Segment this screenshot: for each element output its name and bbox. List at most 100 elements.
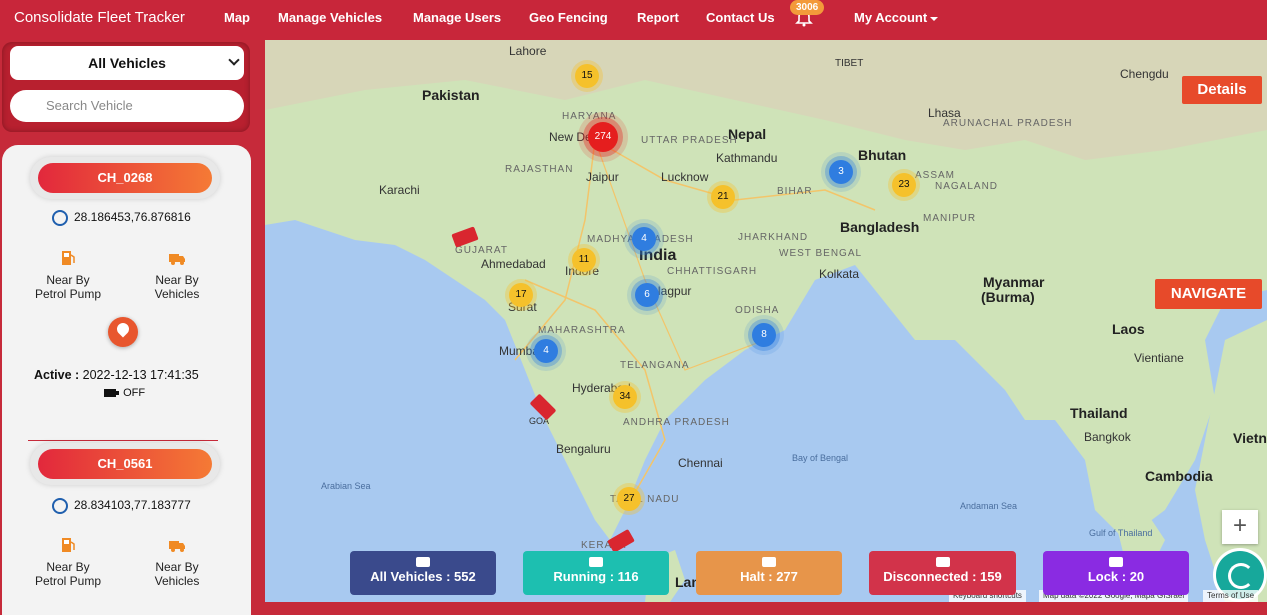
near-by-petrol-pump[interactable]: Near By Petrol Pump — [30, 249, 106, 301]
stat-lock[interactable]: Lock : 20 — [1043, 551, 1189, 595]
vehicle-coordinates: 28.834103,77.183777 — [52, 498, 191, 514]
petrol-label-1: Near By — [46, 560, 90, 574]
truck-icon — [589, 557, 603, 567]
notification-badge: 3006 — [790, 0, 825, 15]
label-state-arunachal: ARUNACHAL PRADESH — [943, 118, 1073, 129]
engine-icon — [104, 389, 119, 398]
label-gulf-of-thailand: Gulf of Thailand — [1089, 528, 1153, 538]
cluster-marker[interactable]: 11 — [572, 248, 596, 272]
compass-icon — [52, 498, 68, 514]
nav-map[interactable]: Map — [224, 10, 250, 25]
label-chengdu: Chengdu — [1120, 67, 1169, 81]
vehicles-label-1: Near By — [155, 273, 199, 287]
nav-manage-vehicles[interactable]: Manage Vehicles — [278, 10, 382, 25]
label-state-jharkhand: JHARKHAND — [738, 232, 809, 243]
my-account-label: My Account — [854, 10, 928, 25]
nav-report[interactable]: Report — [637, 10, 679, 25]
label-bhutan: Bhutan — [858, 147, 907, 163]
near-by-vehicles[interactable]: Near By Vehicles — [142, 536, 212, 588]
vehicle-id-pill: CH_0561 — [30, 443, 220, 485]
details-button[interactable]: Details — [1182, 76, 1262, 104]
map-view[interactable]: Lahore Pakistan Karachi Nepal Kathmandu … — [265, 40, 1267, 602]
label-state-up: UTTAR PRADESH — [641, 135, 738, 146]
cluster-marker[interactable]: 6 — [635, 283, 659, 307]
caret-down-icon — [930, 16, 939, 21]
label-vientiane: Vientiane — [1134, 351, 1184, 365]
stat-disconnected[interactable]: Disconnected : 159 — [869, 551, 1016, 595]
truck-icon — [935, 557, 950, 567]
vehicle-id-button[interactable]: CH_0561 — [38, 449, 212, 479]
petrol-label-2: Petrol Pump — [34, 287, 102, 301]
cluster-marker[interactable]: 274 — [588, 122, 618, 152]
label-vietnam: Vietnam — [1233, 430, 1267, 446]
label-thailand: Thailand — [1070, 405, 1128, 421]
truck-icon — [1109, 557, 1123, 567]
sidebar: All Vehicles Search Vehicle CH_0268 28.1… — [0, 40, 265, 615]
cluster-marker[interactable]: 15 — [575, 64, 599, 88]
stat-label: Running : 116 — [553, 569, 639, 584]
label-kolkata: Kolkata — [819, 267, 860, 281]
label-pakistan: Pakistan — [422, 87, 480, 103]
card-divider — [28, 440, 218, 441]
vehicle-id-pill: CH_0268 — [30, 157, 220, 199]
cluster-marker[interactable]: 8 — [752, 323, 776, 347]
label-laos: Laos — [1112, 321, 1145, 337]
cluster-marker[interactable]: 27 — [617, 487, 641, 511]
label-cambodia: Cambodia — [1145, 468, 1213, 484]
label-bengaluru: Bengaluru — [556, 442, 611, 456]
near-by-petrol-pump[interactable]: Near By Petrol Pump — [30, 536, 106, 588]
vehicle-coordinates: 28.186453,76.876816 — [52, 210, 191, 226]
ignition-text: OFF — [123, 387, 146, 399]
label-state-odisha: ODISHA — [735, 305, 780, 316]
truck-icon — [169, 254, 185, 265]
cluster-marker[interactable]: 3 — [829, 160, 853, 184]
stat-halt[interactable]: Halt : 277 — [696, 551, 842, 595]
map-pin-icon[interactable] — [108, 317, 138, 347]
vehicle-status: Active : 2022-12-13 17:41:35 — [34, 368, 199, 382]
stat-label: Halt : 277 — [740, 569, 798, 584]
cluster-marker[interactable]: 4 — [632, 227, 656, 251]
cluster-marker[interactable]: 23 — [892, 173, 916, 197]
label-ahmedabad: Ahmedabad — [481, 257, 546, 271]
vehicles-label-1: Near By — [155, 560, 199, 574]
truck-icon — [169, 541, 185, 552]
vehicles-label-2: Vehicles — [154, 287, 200, 301]
label-karachi: Karachi — [379, 183, 420, 197]
nav-contact-us[interactable]: Contact Us — [706, 10, 775, 25]
label-jaipur: Jaipur — [586, 170, 619, 184]
label-arabian-sea: Arabian Sea — [321, 481, 371, 491]
vehicle-filter-select[interactable]: All Vehicles — [10, 46, 244, 80]
label-state-assam: ASSAM — [915, 170, 956, 181]
vehicle-list[interactable]: CH_0268 28.186453,76.876816 Near By Petro… — [2, 145, 251, 615]
vehicle-filter-value: All Vehicles — [88, 55, 166, 71]
terms-link[interactable]: Terms of Use — [1203, 590, 1259, 602]
label-state-wb: WEST BENGAL — [779, 248, 863, 259]
coordinates-text: 28.834103,77.183777 — [74, 498, 191, 513]
label-state-manipur: MANIPUR — [923, 213, 977, 224]
truck-icon — [416, 557, 430, 567]
navigate-button[interactable]: NAVIGATE — [1155, 279, 1262, 309]
zoom-in-button[interactable]: + — [1222, 510, 1258, 544]
status-label: Active : — [34, 368, 80, 382]
stat-label: All Vehicles : 552 — [370, 569, 476, 584]
nav-manage-users[interactable]: Manage Users — [413, 10, 501, 25]
petrol-label-2: Petrol Pump — [34, 574, 102, 588]
my-account-menu[interactable]: My Account — [854, 10, 939, 25]
cluster-marker[interactable]: 17 — [509, 283, 533, 307]
label-state-maharashtra: MAHARASHTRA — [538, 325, 626, 336]
label-bay-of-bengal: Bay of Bengal — [792, 453, 849, 463]
label-state-ap: ANDHRA PRADESH — [623, 417, 730, 428]
nav-geo-fencing[interactable]: Geo Fencing — [529, 10, 608, 25]
near-by-vehicles[interactable]: Near By Vehicles — [142, 249, 212, 301]
label-myanmar: Myanmar — [983, 274, 1045, 290]
stat-running[interactable]: Running : 116 — [523, 551, 669, 595]
vehicle-id-button[interactable]: CH_0268 — [38, 163, 212, 193]
search-vehicle-input[interactable]: Search Vehicle — [10, 90, 244, 122]
cluster-marker[interactable]: 4 — [534, 339, 558, 363]
label-state-haryana: HARYANA — [562, 111, 617, 122]
stat-all-vehicles[interactable]: All Vehicles : 552 — [350, 551, 496, 595]
cluster-marker[interactable]: 21 — [711, 185, 735, 209]
label-bangkok: Bangkok — [1084, 430, 1131, 444]
cluster-marker[interactable]: 34 — [613, 385, 637, 409]
fuel-pump-icon — [62, 251, 75, 265]
